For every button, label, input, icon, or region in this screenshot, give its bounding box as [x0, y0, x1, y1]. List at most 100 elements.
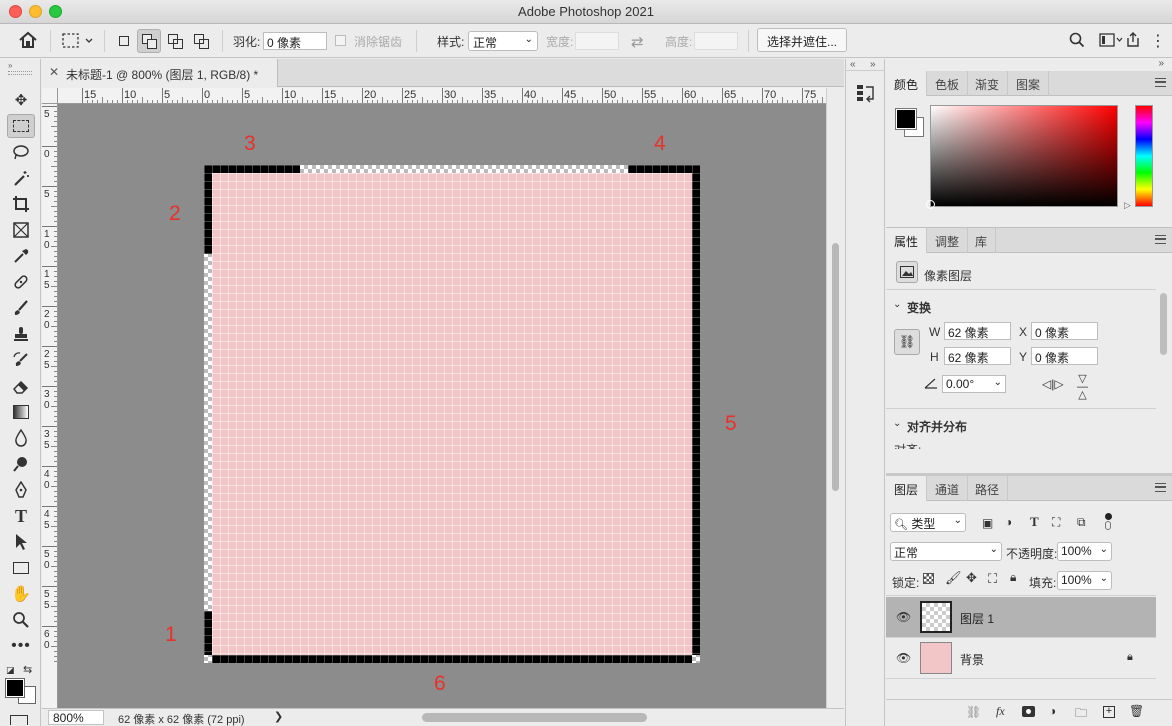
- transform-section-title[interactable]: 变换: [907, 299, 931, 316]
- layer-style-icon[interactable]: fx: [996, 704, 1005, 719]
- horizontal-ruler[interactable]: 15 10 5 0 5 10 15 20 25 30 35 40 45 50 55 60 65 70 75: [58, 88, 826, 104]
- horizontal-scroll-thumb[interactable]: [422, 713, 647, 722]
- gradient-tool-icon[interactable]: [7, 400, 35, 424]
- filter-pixel-icon[interactable]: ▣: [982, 516, 993, 530]
- zoom-tool-icon[interactable]: [7, 608, 35, 632]
- tab-paths[interactable]: 路径: [967, 476, 1009, 501]
- crop-tool-icon[interactable]: [7, 192, 35, 216]
- marquee-tool-icon[interactable]: [7, 114, 35, 138]
- canvas-area[interactable]: 1 2 3 4 5 6: [58, 104, 826, 708]
- lock-all-icon[interactable]: 🔒︎: [1010, 570, 1016, 585]
- panel-menu-icon[interactable]: [1155, 235, 1166, 244]
- delete-layer-icon[interactable]: 🗑︎: [1129, 704, 1144, 718]
- eyedropper-tool-icon[interactable]: [7, 244, 35, 268]
- width-input[interactable]: [575, 32, 619, 50]
- add-mask-icon[interactable]: [1022, 706, 1035, 717]
- magic-wand-tool-icon[interactable]: [7, 166, 35, 190]
- tab-channels[interactable]: 通道: [927, 476, 969, 501]
- filter-shape-icon[interactable]: ⛶: [1052, 515, 1060, 530]
- vertical-ruler[interactable]: 5051015202530354045505560: [42, 104, 58, 708]
- clone-stamp-tool-icon[interactable]: [7, 322, 35, 346]
- x-field[interactable]: 0 像素: [1031, 322, 1098, 340]
- move-tool-icon[interactable]: ✥: [7, 88, 35, 112]
- tab-libraries[interactable]: 库: [967, 228, 997, 253]
- dodge-tool-icon[interactable]: [7, 452, 35, 476]
- flip-horizontal-icon[interactable]: ◁|▷: [1042, 377, 1064, 391]
- swap-dimensions-icon[interactable]: ⇄: [631, 33, 644, 51]
- subtract-from-selection-icon[interactable]: [163, 29, 187, 53]
- chevron-down-icon[interactable]: ⌄: [994, 377, 1002, 388]
- lasso-tool-icon[interactable]: [7, 140, 35, 164]
- expand-toolbar-icon[interactable]: »: [8, 61, 12, 70]
- visibility-eye-icon[interactable]: 👁︎: [896, 651, 911, 665]
- vertical-scroll-thumb[interactable]: [832, 243, 839, 491]
- layer-row[interactable]: 👁︎ 背景 🔒︎: [886, 638, 1156, 679]
- pen-tool-icon[interactable]: [7, 478, 35, 502]
- tab-adjustments[interactable]: 调整: [927, 228, 969, 253]
- adjustment-layer-icon[interactable]: ◑: [1049, 704, 1056, 718]
- layer-name[interactable]: 背景: [960, 651, 984, 668]
- new-selection-icon[interactable]: [112, 29, 136, 53]
- align-section-title[interactable]: 对齐并分布: [907, 418, 967, 435]
- antialias-checkbox[interactable]: [335, 35, 346, 46]
- healing-brush-tool-icon[interactable]: [7, 270, 35, 294]
- tab-swatches[interactable]: 色板: [927, 71, 969, 96]
- chevron-down-icon[interactable]: ⌄: [893, 299, 901, 310]
- intersect-selection-icon[interactable]: [189, 29, 213, 53]
- document-canvas[interactable]: [204, 165, 700, 663]
- toolbar-grip[interactable]: [8, 71, 32, 75]
- angle-field[interactable]: 0.00° ⌄: [942, 375, 1006, 393]
- blend-mode-select[interactable]: 正常 ⌄: [890, 542, 1002, 561]
- width-field[interactable]: 62 像素: [944, 322, 1011, 340]
- swap-colors-icon[interactable]: ⇆: [23, 663, 32, 676]
- type-tool-icon[interactable]: T: [7, 504, 35, 528]
- layer-name[interactable]: 图层 1: [960, 610, 994, 627]
- y-field[interactable]: 0 像素: [1031, 347, 1098, 365]
- link-dimensions-icon[interactable]: ⛓: [894, 329, 920, 355]
- home-icon[interactable]: [18, 31, 38, 52]
- foreground-color-swatch[interactable]: [895, 108, 917, 130]
- collapse-panels-icon[interactable]: »: [1158, 58, 1164, 69]
- collapse-panels-icon[interactable]: ⋮: [1150, 31, 1166, 51]
- properties-scrollbar[interactable]: [1160, 293, 1167, 355]
- workspace-icon[interactable]: [1099, 33, 1123, 50]
- fill-field[interactable]: 100% ⌄: [1057, 571, 1112, 590]
- opacity-field[interactable]: 100% ⌄: [1057, 542, 1112, 561]
- layer-filter-select[interactable]: 🔍︎ 类型 ⌄: [890, 513, 966, 532]
- add-to-selection-icon[interactable]: [137, 29, 161, 53]
- share-icon[interactable]: [1125, 31, 1141, 51]
- history-brush-tool-icon[interactable]: [7, 348, 35, 372]
- style-select[interactable]: 正常 ⌄: [468, 31, 538, 51]
- lock-transparent-icon[interactable]: [923, 573, 934, 584]
- foreground-color-swatch[interactable]: [5, 678, 25, 698]
- lock-pixels-icon[interactable]: 🖌︎: [945, 570, 962, 586]
- expand-dock-icon[interactable]: «: [850, 59, 856, 70]
- color-picker-cursor[interactable]: [926, 200, 935, 209]
- panel-menu-icon[interactable]: [1155, 483, 1166, 492]
- filter-type-icon[interactable]: T: [1030, 514, 1039, 530]
- visibility-eye-icon[interactable]: 👁︎: [896, 610, 911, 624]
- panel-menu-icon[interactable]: [1155, 78, 1166, 87]
- tab-patterns[interactable]: 图案: [1008, 71, 1050, 96]
- marquee-preset-icon[interactable]: [62, 33, 94, 52]
- close-tab-icon[interactable]: ✕: [49, 65, 59, 79]
- lock-position-icon[interactable]: ✥: [966, 570, 977, 586]
- hue-slider[interactable]: [1135, 105, 1153, 207]
- new-layer-icon[interactable]: +: [1103, 706, 1115, 718]
- vertical-scrollbar[interactable]: [826, 88, 844, 708]
- hue-slider-handle[interactable]: ▷: [1124, 200, 1131, 211]
- rectangle-tool-icon[interactable]: [7, 556, 35, 580]
- height-field[interactable]: 62 像素: [944, 347, 1011, 365]
- brush-tool-icon[interactable]: [7, 296, 35, 320]
- blur-tool-icon[interactable]: [7, 426, 35, 450]
- filter-toggle-icon[interactable]: [1102, 513, 1114, 531]
- hand-tool-icon[interactable]: ✋: [7, 582, 35, 606]
- select-and-mask-button[interactable]: 选择并遮住...: [757, 28, 848, 52]
- frame-tool-icon[interactable]: [7, 218, 35, 242]
- path-selection-tool-icon[interactable]: [7, 530, 35, 554]
- height-input[interactable]: [694, 32, 738, 50]
- chevron-right-icon[interactable]: ❯: [274, 710, 283, 723]
- document-tab[interactable]: ✕ 未标题-1 @ 800% (图层 1, RGB/8) *: [42, 59, 278, 87]
- filter-adjustment-icon[interactable]: ◑: [1005, 515, 1012, 529]
- default-colors-icon[interactable]: ◪: [6, 665, 15, 676]
